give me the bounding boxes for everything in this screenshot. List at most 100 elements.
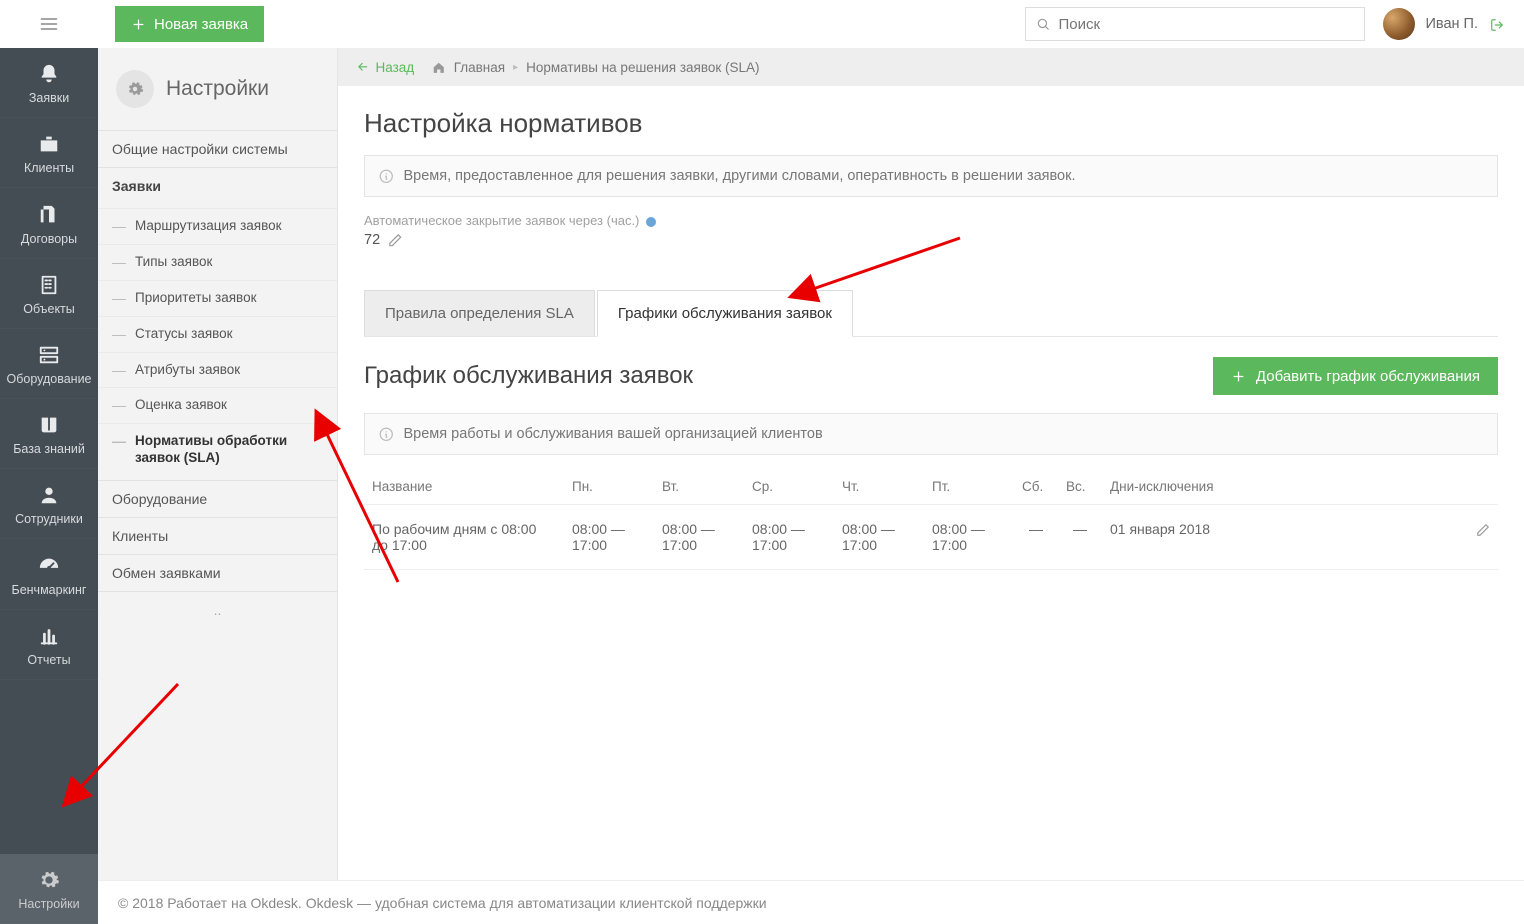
user-icon [38, 483, 60, 506]
nav-item-equipment[interactable]: Оборудование [0, 329, 98, 399]
user-name: Иван П. [1425, 16, 1478, 32]
nav-item-label: Настройки [18, 897, 79, 911]
snav-sub-attributes[interactable]: —Атрибуты заявок [98, 352, 337, 388]
building-icon [38, 273, 60, 296]
footer-text: © 2018 Работает на Okdesk. Okdesk — удоб… [118, 895, 767, 911]
autoclose-label: Автоматическое закрытие заявок через (ча… [364, 213, 1498, 228]
nav-item-contracts[interactable]: Договоры [0, 188, 98, 258]
snav-group[interactable]: Обмен заявками [98, 554, 337, 591]
nav-item-staff[interactable]: Сотрудники [0, 469, 98, 539]
info-icon [379, 168, 394, 184]
info-box: Время, предоставленное для решения заявк… [364, 155, 1498, 197]
gear-icon [38, 868, 60, 891]
snav-sub-types[interactable]: —Типы заявок [98, 244, 337, 280]
nav-item-tickets[interactable]: Заявки [0, 48, 98, 118]
search-field[interactable] [1025, 7, 1365, 41]
th-tue: Вт. [654, 469, 744, 505]
topbar: Новая заявка Иван П. [0, 0, 1524, 48]
snav-item[interactable]: .. [98, 592, 337, 628]
nav-item-label: Сотрудники [15, 512, 83, 526]
th-fri: Пт. [924, 469, 1014, 505]
nav-item-label: Клиенты [24, 161, 74, 175]
gauge-icon [38, 553, 60, 576]
tab-schedules[interactable]: Графики обслуживания заявок [597, 290, 853, 337]
info-text: Время работы и обслуживания вашей органи… [404, 426, 823, 442]
breadcrumb-home[interactable]: Главная [454, 60, 505, 75]
menu-toggle[interactable] [0, 14, 98, 34]
nav-item-label: Договоры [21, 232, 77, 246]
snav-sub-statuses[interactable]: —Статусы заявок [98, 316, 337, 352]
snav-group[interactable]: Общие настройки системы [98, 130, 337, 167]
snav-group[interactable]: Клиенты [98, 517, 337, 554]
th-name: Название [364, 469, 564, 505]
snav-sub-rating[interactable]: —Оценка заявок [98, 387, 337, 423]
cell-name: По рабочим дням с 08:00 до 17:00 [364, 505, 564, 570]
breadcrumb-current: Нормативы на решения заявок (SLA) [526, 60, 759, 75]
content: Назад Главная ▸ Нормативы на решения зая… [338, 48, 1524, 924]
snav-item[interactable]: Обмен заявками [98, 555, 337, 591]
gear-icon [116, 70, 154, 108]
th-wed: Ср. [744, 469, 834, 505]
nav-item-label: Отчеты [27, 653, 70, 667]
new-ticket-button[interactable]: Новая заявка [115, 6, 264, 42]
nav-item-clients[interactable]: Клиенты [0, 118, 98, 188]
cell-exc: 01 января 2018 [1102, 505, 1458, 570]
snav-sub-routing[interactable]: —Маршрутизация заявок [98, 208, 337, 244]
nav-item-label: Объекты [23, 302, 75, 316]
cell-mon: 08:00 — 17:00 [564, 505, 654, 570]
snav-group[interactable]: Оборудование [98, 480, 337, 517]
user-menu[interactable]: Иван П. [1383, 8, 1478, 40]
nav-item-objects[interactable]: Объекты [0, 259, 98, 329]
th-thu: Чт. [834, 469, 924, 505]
settings-heading: Настройки [98, 48, 337, 130]
plus-icon [131, 17, 146, 32]
snav-group: Заявки —Маршрутизация заявок —Типы заяво… [98, 167, 337, 480]
info-text: Время, предоставленное для решения заявк… [404, 168, 1076, 184]
settings-nav: Настройки Общие настройки системы Заявки… [98, 48, 338, 924]
briefcase-icon [38, 132, 60, 155]
nav-item-kb[interactable]: База знаний [0, 399, 98, 469]
tab-rules[interactable]: Правила определения SLA [364, 290, 595, 336]
nav-item-label: Бенчмаркинг [12, 583, 87, 597]
cell-tue: 08:00 — 17:00 [654, 505, 744, 570]
nav-item-settings[interactable]: Настройки [0, 854, 98, 924]
th-mon: Пн. [564, 469, 654, 505]
search-input[interactable] [1058, 16, 1354, 33]
chart-icon [38, 624, 60, 647]
chevron-right-icon: ▸ [513, 62, 518, 73]
cell-fri: 08:00 — 17:00 [924, 505, 1014, 570]
breadcrumb: Назад Главная ▸ Нормативы на решения зая… [338, 48, 1524, 86]
home-icon[interactable] [432, 59, 446, 74]
table-row: По рабочим дням с 08:00 до 17:00 08:00 —… [364, 505, 1498, 570]
server-icon [38, 343, 60, 366]
snav-item[interactable]: Общие настройки системы [98, 131, 337, 167]
snav-item[interactable]: Оборудование [98, 481, 337, 517]
nav-item-reports[interactable]: Отчеты [0, 610, 98, 680]
snav-group-title[interactable]: Заявки [98, 168, 337, 204]
cell-wed: 08:00 — 17:00 [744, 505, 834, 570]
back-link[interactable]: Назад [356, 60, 414, 75]
snav-sub-priorities[interactable]: —Приоритеты заявок [98, 280, 337, 316]
snav-group[interactable]: .. [98, 591, 337, 628]
book-icon [38, 413, 60, 436]
snav-item[interactable]: Клиенты [98, 518, 337, 554]
add-schedule-button[interactable]: Добавить график обслуживания [1213, 357, 1498, 395]
info-icon[interactable] [645, 213, 657, 228]
primary-nav: Заявки Клиенты Договоры Объекты Оборудов… [0, 48, 98, 924]
tabs: Правила определения SLA Графики обслужив… [364, 290, 1498, 337]
nav-item-benchmarking[interactable]: Бенчмаркинг [0, 539, 98, 609]
footer: © 2018 Работает на Okdesk. Okdesk — удоб… [98, 880, 1524, 924]
schedules-table: Название Пн. Вт. Ср. Чт. Пт. Сб. Вс. Дни… [364, 469, 1498, 570]
edit-row-icon[interactable] [1476, 521, 1490, 537]
nav-item-label: Заявки [29, 91, 69, 105]
search-icon [1036, 17, 1050, 31]
avatar [1383, 8, 1415, 40]
cell-sun: — [1058, 505, 1102, 570]
th-exc: Дни-исключения [1102, 469, 1458, 505]
logout-icon[interactable] [1490, 16, 1504, 32]
edit-icon[interactable] [388, 232, 403, 248]
hamburger-icon [39, 14, 59, 34]
th-sat: Сб. [1014, 469, 1058, 505]
section-title: График обслуживания заявок [364, 362, 693, 390]
snav-sub-sla[interactable]: —Нормативы обработки заявок (SLA) [98, 423, 337, 476]
